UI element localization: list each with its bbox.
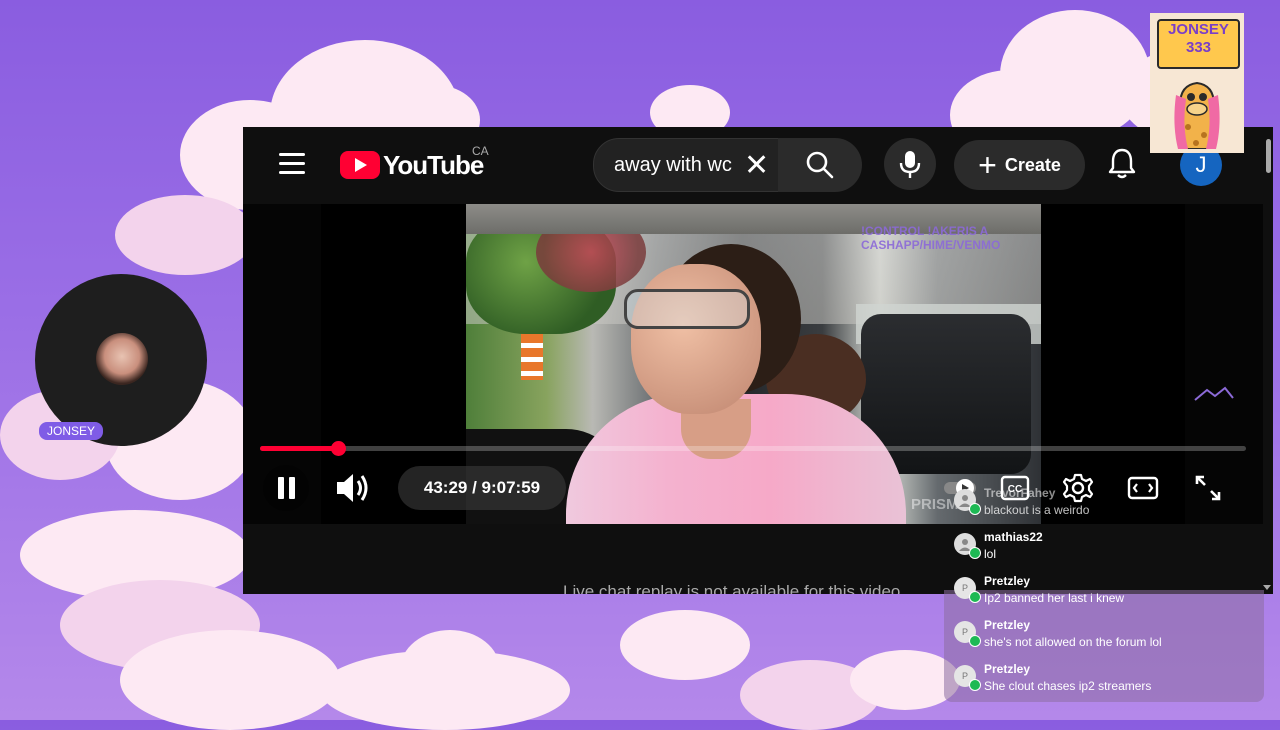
chat-text: lol [984, 547, 997, 561]
clear-search-icon[interactable]: ✕ [744, 148, 769, 183]
search-button[interactable] [778, 138, 862, 192]
plus-icon: + [978, 147, 997, 183]
webcam-frame [35, 274, 207, 446]
progress-scrubber[interactable] [330, 441, 346, 456]
time-display: 43:29 / 9:07:59 [398, 466, 566, 510]
youtube-logo[interactable]: YouTube [340, 149, 484, 181]
search-input[interactable]: away with wc ✕ [593, 138, 780, 192]
stream-chat-overlay: TrevorFahey blackout is a weirdo mathias… [944, 480, 1264, 702]
chat-username[interactable]: mathias22 [984, 530, 1043, 544]
sticker-sign: JONSEY 333 [1157, 19, 1240, 69]
youtube-logo-text: YouTube [383, 149, 484, 180]
chat-text: Ip2 banned her last i knew [984, 591, 1125, 605]
chat-message: P Pretzley Ip2 banned her last i knew [954, 574, 1254, 614]
streamer-sticker: JONSEY 333 [1150, 13, 1244, 153]
sticker-line1: JONSEY [1168, 21, 1229, 38]
giraffe-mascot-icon [1174, 81, 1220, 149]
video-person-face [631, 264, 761, 414]
chat-badge-icon [969, 635, 981, 647]
video-scene-traffic-cone [521, 334, 543, 380]
chat-replay-notice: Live chat replay is not available for th… [563, 582, 906, 594]
video-overlay-line1: !CONTROL !AKERIS A [861, 224, 989, 238]
chat-badge-icon [969, 679, 981, 691]
chat-username[interactable]: Pretzley [984, 618, 1030, 632]
search-icon [806, 151, 834, 179]
scroll-down-arrow-icon[interactable] [1263, 585, 1271, 590]
search-query-text[interactable]: away with wc [614, 154, 742, 177]
volume-icon[interactable] [333, 470, 373, 506]
video-overlay-line2: CASHAPP/HIME/VENMO [861, 238, 1001, 252]
chat-message: P Pretzley She clout chases ip2 streamer… [954, 662, 1254, 702]
page-scrollbar[interactable] [1266, 139, 1271, 173]
create-label: Create [1004, 154, 1061, 175]
channel-watermark-icon[interactable] [1193, 384, 1235, 404]
notifications-bell-icon[interactable] [1107, 147, 1137, 181]
chat-badge-icon [969, 503, 981, 515]
chat-text: She clout chases ip2 streamers [984, 679, 1152, 693]
chat-username[interactable]: Pretzley [984, 574, 1030, 588]
webcam-face [96, 333, 148, 385]
streamer-name-label: JONSEY [39, 422, 104, 440]
video-player[interactable]: !CONTROL !AKERIS A CASHAPP/HIME/VENMO PR… [243, 204, 1263, 524]
progress-bar[interactable] [260, 441, 1246, 456]
microphone-icon [899, 151, 921, 178]
chat-username[interactable]: Pretzley [984, 662, 1030, 676]
chat-message: mathias22 lol [954, 530, 1254, 570]
youtube-header: YouTube CA away with wc ✕ + Create J [243, 127, 1273, 203]
sticker-line2: 333 [1185, 39, 1212, 56]
country-code: CA [472, 144, 489, 158]
progress-fill [260, 446, 338, 451]
video-person-glasses [624, 289, 750, 329]
create-button[interactable]: + Create [954, 140, 1085, 190]
video-overlay-text: !CONTROL !AKERIS A CASHAPP/HIME/VENMO [861, 224, 1000, 252]
chat-username[interactable]: TrevorFahey [984, 486, 1055, 500]
chat-badge-icon [969, 547, 981, 559]
hamburger-menu-icon[interactable] [279, 153, 305, 175]
youtube-play-logo-icon [340, 151, 380, 179]
chat-badge-icon [969, 591, 981, 603]
voice-search-button[interactable] [884, 138, 936, 190]
chat-message: TrevorFahey blackout is a weirdo [954, 486, 1254, 526]
chat-text: she's not allowed on the forum lol [984, 635, 1162, 649]
chat-message: P Pretzley she's not allowed on the foru… [954, 618, 1254, 658]
pause-button[interactable] [263, 465, 309, 511]
chat-text: blackout is a weirdo [984, 503, 1090, 517]
